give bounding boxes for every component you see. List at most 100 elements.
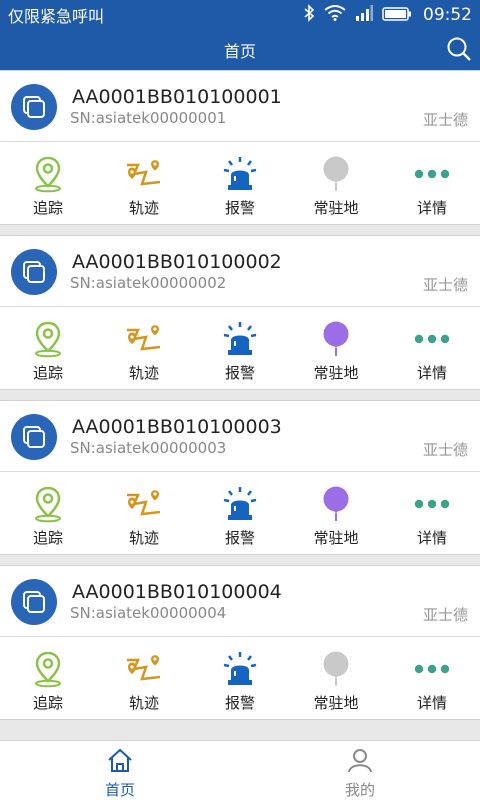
action-route-button[interactable]: 轨迹 bbox=[96, 472, 192, 554]
balloon-pin-icon bbox=[316, 154, 356, 194]
action-more-button[interactable]: 详情 bbox=[384, 142, 480, 224]
device-sn: SN:asiatek00000003 bbox=[70, 439, 227, 457]
device-header[interactable]: AA0001BB010100001 SN:asiatek00000001 亚士德 bbox=[0, 71, 480, 142]
signal-icon bbox=[355, 5, 373, 25]
action-more-button[interactable]: 详情 bbox=[384, 472, 480, 554]
device-owner: 亚士德 bbox=[422, 111, 468, 129]
action-station-button[interactable]: 常驻地 bbox=[288, 637, 384, 719]
bottom-tab-bar: 首页 我的 bbox=[0, 740, 480, 800]
action-label: 常驻地 bbox=[313, 199, 359, 217]
device-sn: SN:asiatek00000001 bbox=[70, 109, 227, 127]
page-title: 首页 bbox=[223, 42, 256, 61]
action-label: 报警 bbox=[224, 694, 255, 712]
search-icon[interactable] bbox=[446, 36, 472, 62]
status-bar: 仅限紧急呼叫 09:52 bbox=[0, 0, 480, 30]
device-icon bbox=[11, 414, 57, 460]
action-route-button[interactable]: 轨迹 bbox=[96, 142, 192, 224]
home-icon bbox=[106, 747, 134, 777]
action-alarm-button[interactable]: 报警 bbox=[192, 637, 288, 719]
action-track-button[interactable]: 追踪 bbox=[0, 472, 96, 554]
device-list: AA0001BB010100001 SN:asiatek00000001 亚士德 追踪… bbox=[0, 70, 480, 740]
nav-bar: 首页 bbox=[0, 30, 480, 70]
carrier-text: 仅限紧急呼叫 bbox=[8, 7, 105, 26]
action-track-button[interactable]: 追踪 bbox=[0, 637, 96, 719]
action-alarm-button[interactable]: 报警 bbox=[192, 142, 288, 224]
device-card: AA0001BB010100001 SN:asiatek00000001 亚士德追踪… bbox=[0, 70, 480, 225]
device-owner: 亚士德 bbox=[422, 606, 468, 624]
bluetooth-icon bbox=[303, 4, 315, 26]
device-name: AA0001BB010100001 bbox=[72, 86, 282, 108]
action-more-button[interactable]: 详情 bbox=[384, 637, 480, 719]
action-label: 追踪 bbox=[32, 529, 63, 547]
action-label: 详情 bbox=[416, 364, 447, 382]
alarm-light-icon bbox=[220, 484, 260, 524]
route-icon bbox=[124, 154, 164, 194]
device-card: AA0001BB010100002 SN:asiatek00000002 亚士德追踪… bbox=[0, 235, 480, 390]
device-card: AA0001BB010100004 SN:asiatek00000004 亚士德追踪… bbox=[0, 565, 480, 720]
tab-label: 我的 bbox=[344, 781, 375, 799]
device-icon bbox=[11, 579, 57, 625]
action-alarm-button[interactable]: 报警 bbox=[192, 472, 288, 554]
action-label: 常驻地 bbox=[313, 694, 359, 712]
action-label: 详情 bbox=[416, 529, 447, 547]
device-name: AA0001BB010100003 bbox=[72, 416, 282, 438]
device-header[interactable]: AA0001BB010100003 SN:asiatek00000003 亚士德 bbox=[0, 401, 480, 472]
action-label: 常驻地 bbox=[313, 529, 359, 547]
action-route-button[interactable]: 轨迹 bbox=[96, 637, 192, 719]
clock-time: 09:52 bbox=[423, 5, 472, 25]
action-track-button[interactable]: 追踪 bbox=[0, 307, 96, 389]
action-label: 追踪 bbox=[32, 364, 63, 382]
location-pin-icon bbox=[28, 649, 68, 689]
action-label: 详情 bbox=[416, 694, 447, 712]
location-pin-icon bbox=[28, 484, 68, 524]
action-route-button[interactable]: 轨迹 bbox=[96, 307, 192, 389]
device-name: AA0001BB010100002 bbox=[72, 251, 282, 273]
device-actions: 追踪 轨迹 报警 常驻地 详情 bbox=[0, 142, 480, 224]
action-label: 详情 bbox=[416, 199, 447, 217]
tab-mine[interactable]: 我的 bbox=[240, 741, 480, 800]
device-card: AA0001BB010100003 SN:asiatek00000003 亚士德追踪… bbox=[0, 400, 480, 555]
more-dots-icon bbox=[412, 484, 452, 524]
alarm-light-icon bbox=[220, 649, 260, 689]
device-actions: 追踪 轨迹 报警 常驻地 详情 bbox=[0, 307, 480, 389]
action-label: 轨迹 bbox=[128, 199, 159, 217]
action-label: 轨迹 bbox=[128, 364, 159, 382]
action-label: 轨迹 bbox=[128, 529, 159, 547]
device-icon bbox=[11, 249, 57, 295]
device-name: AA0001BB010100004 bbox=[72, 581, 282, 603]
device-header[interactable]: AA0001BB010100002 SN:asiatek00000002 亚士德 bbox=[0, 236, 480, 307]
device-header[interactable]: AA0001BB010100004 SN:asiatek00000004 亚士德 bbox=[0, 566, 480, 637]
device-icon bbox=[11, 84, 57, 130]
alarm-light-icon bbox=[220, 154, 260, 194]
balloon-pin-icon bbox=[316, 484, 356, 524]
location-pin-icon bbox=[28, 319, 68, 359]
action-label: 报警 bbox=[224, 199, 255, 217]
device-owner: 亚士德 bbox=[422, 441, 468, 459]
device-actions: 追踪 轨迹 报警 常驻地 详情 bbox=[0, 472, 480, 554]
route-icon bbox=[124, 484, 164, 524]
action-more-button[interactable]: 详情 bbox=[384, 307, 480, 389]
person-icon bbox=[346, 747, 374, 777]
more-dots-icon bbox=[412, 649, 452, 689]
action-station-button[interactable]: 常驻地 bbox=[288, 142, 384, 224]
action-track-button[interactable]: 追踪 bbox=[0, 142, 96, 224]
tab-home[interactable]: 首页 bbox=[0, 741, 240, 800]
device-sn: SN:asiatek00000004 bbox=[70, 604, 227, 622]
device-sn: SN:asiatek00000002 bbox=[70, 274, 227, 292]
tab-label: 首页 bbox=[104, 781, 135, 799]
balloon-pin-icon bbox=[316, 319, 356, 359]
location-pin-icon bbox=[28, 154, 68, 194]
action-station-button[interactable]: 常驻地 bbox=[288, 307, 384, 389]
device-owner: 亚士德 bbox=[422, 276, 468, 294]
action-label: 报警 bbox=[224, 364, 255, 382]
wifi-icon bbox=[324, 5, 346, 25]
battery-icon bbox=[382, 6, 412, 25]
action-station-button[interactable]: 常驻地 bbox=[288, 472, 384, 554]
route-icon bbox=[124, 319, 164, 359]
alarm-light-icon bbox=[220, 319, 260, 359]
action-label: 常驻地 bbox=[313, 364, 359, 382]
device-actions: 追踪 轨迹 报警 常驻地 详情 bbox=[0, 637, 480, 719]
action-alarm-button[interactable]: 报警 bbox=[192, 307, 288, 389]
action-label: 追踪 bbox=[32, 694, 63, 712]
balloon-pin-icon bbox=[316, 649, 356, 689]
